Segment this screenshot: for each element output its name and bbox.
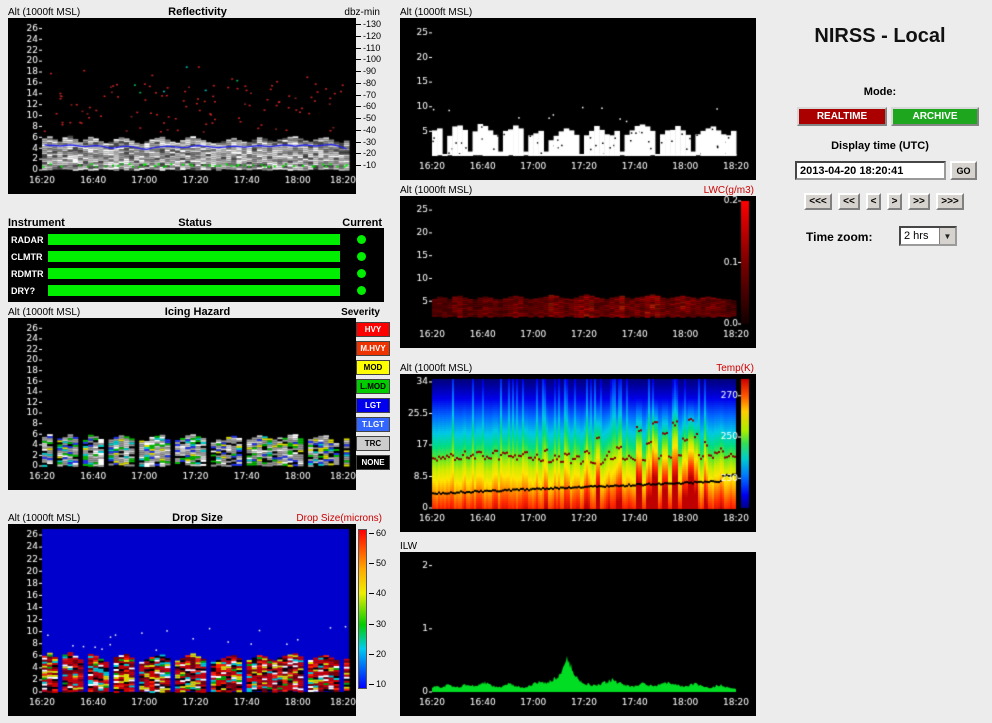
step-back-button[interactable]: < xyxy=(866,193,881,210)
chevron-down-icon[interactable]: ▼ xyxy=(939,228,955,244)
status-indicator xyxy=(357,286,366,295)
icing-alt-label: Alt (1000ft MSL) xyxy=(8,307,81,318)
display-time-label: Display time (UTC) xyxy=(831,140,929,152)
time-nav-buttons: <<< << < > >> >>> xyxy=(804,193,964,210)
temp-colorbar-label: Temp(K) xyxy=(716,363,754,374)
ilw-plot xyxy=(400,552,756,716)
ilw-title: ILW xyxy=(400,541,418,552)
severity-lgt: LGT xyxy=(356,398,390,413)
display-time-input[interactable] xyxy=(795,161,946,180)
instrument-name: RADAR xyxy=(11,235,44,245)
nirss-app: { "app": {"title": "NIRSS - Local"}, "co… xyxy=(0,0,992,723)
instrument-name: RDMTR xyxy=(11,269,44,279)
status-indicator xyxy=(357,252,366,261)
temp-alt-label: Alt (1000ft MSL) xyxy=(400,363,473,374)
lwc-colorbar-label: LWC(g/m3) xyxy=(703,185,754,196)
time-zoom-value: 2 hrs xyxy=(904,230,929,242)
reflectivity-plot xyxy=(8,18,356,194)
severity-tlgt: T.LGT xyxy=(356,417,390,432)
severity-lmod: L.MOD xyxy=(356,379,390,394)
icing-title: Icing Hazard xyxy=(164,306,231,318)
reflectivity-title: Reflectivity xyxy=(168,6,227,18)
lwc-plot xyxy=(400,196,756,348)
status-indicator xyxy=(357,235,366,244)
step-forward-button[interactable]: > xyxy=(887,193,902,210)
dropsize-colorbar xyxy=(358,529,367,689)
time-zoom-select[interactable]: 2 hrs ▼ xyxy=(899,226,957,246)
status-row-rdmtr: RDMTR xyxy=(8,268,384,279)
status-bar xyxy=(48,268,340,279)
temperature-plot xyxy=(400,374,756,532)
dropsize-colorbar-ticks: 60 50 40 30 20 10 xyxy=(369,529,393,689)
status-row-clmtr: CLMTR xyxy=(8,251,384,262)
jump-back-button[interactable]: <<< xyxy=(804,193,832,210)
severity-none: NONE xyxy=(356,455,390,470)
status-row-radar: RADAR xyxy=(8,234,384,245)
status-indicator xyxy=(357,269,366,278)
lwc-alt-label: Alt (1000ft MSL) xyxy=(400,185,473,196)
cloud-alt-label: Alt (1000ft MSL) xyxy=(400,7,473,18)
mode-label: Mode: xyxy=(863,86,897,98)
page-back-button[interactable]: << xyxy=(838,193,860,210)
severity-legend: HVY M.HVY MOD L.MOD LGT T.LGT TRC NONE xyxy=(356,322,390,474)
status-bar xyxy=(48,285,340,296)
jump-forward-button[interactable]: >>> xyxy=(936,193,964,210)
go-button[interactable]: GO xyxy=(950,161,977,180)
severity-hvy: HVY xyxy=(356,322,390,337)
dropsize-alt-label: Alt (1000ft MSL) xyxy=(8,513,81,524)
page-forward-button[interactable]: >> xyxy=(908,193,930,210)
archive-button[interactable]: ARCHIVE xyxy=(891,107,979,126)
reflectivity-alt-label: Alt (1000ft MSL) xyxy=(8,7,81,18)
realtime-button[interactable]: REALTIME xyxy=(797,107,887,126)
cloud-boundaries-plot xyxy=(400,18,756,180)
reflectivity-colorbar-label: dbz-min xyxy=(344,7,380,18)
severity-colorbar-label: Severity xyxy=(341,307,380,318)
instrument-name: DRY? xyxy=(11,286,36,296)
dbz-colorbar-ticks: -130 -120 -110 -100 -90 -80 -70 -60 -50 -40 -30 -20… xyxy=(356,20,392,170)
status-bar xyxy=(48,234,340,245)
dropsize-plot xyxy=(8,524,356,716)
status-panel: RADAR CLMTR RDMTR DRY? xyxy=(8,228,384,302)
status-bar xyxy=(48,251,340,262)
instrument-name: CLMTR xyxy=(11,252,43,262)
severity-trc: TRC xyxy=(356,436,390,451)
severity-mhvy: M.HVY xyxy=(356,341,390,356)
severity-mod: MOD xyxy=(356,360,390,375)
dropsize-colorbar-label: Drop Size(microns) xyxy=(296,513,382,524)
status-row-dry: DRY? xyxy=(8,285,384,296)
time-zoom-label: Time zoom: xyxy=(806,230,873,244)
icing-hazard-plot xyxy=(8,318,356,490)
page-title: NIRSS - Local xyxy=(814,25,946,47)
